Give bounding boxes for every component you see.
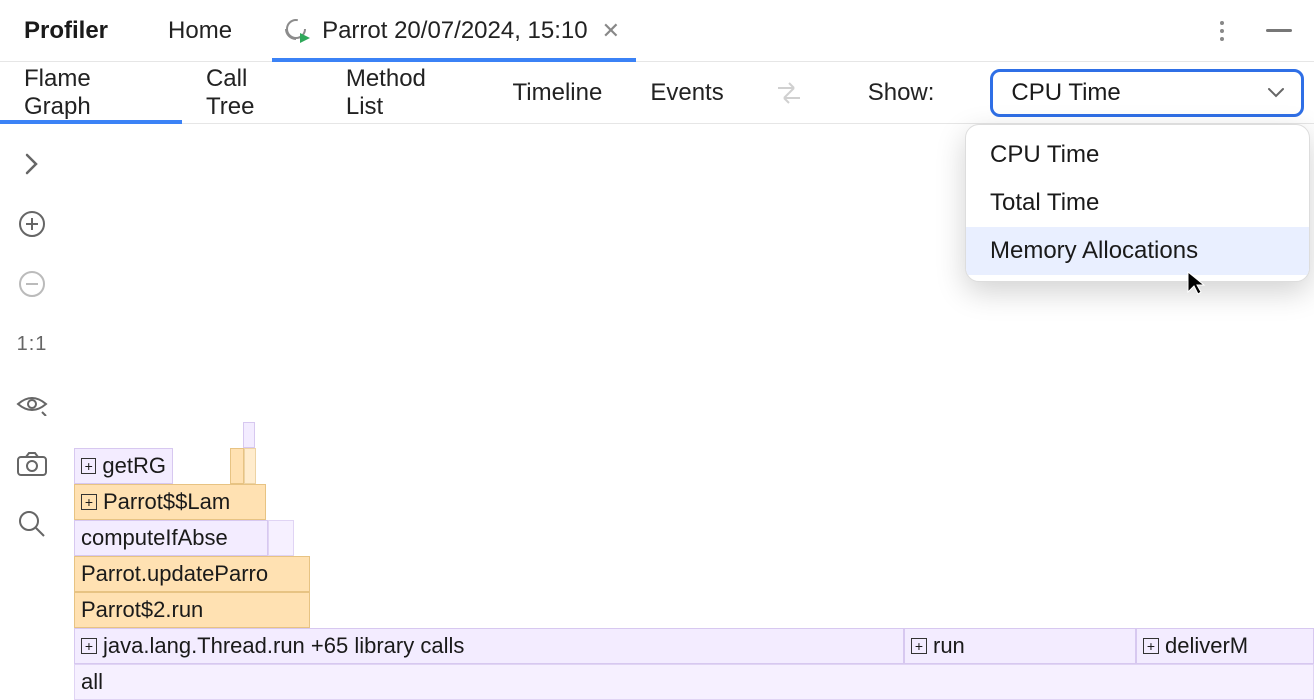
flame-frame[interactable]: Parrot$2.run bbox=[74, 592, 310, 628]
cursor-icon bbox=[1186, 270, 1206, 301]
left-rail: 1:1 bbox=[0, 124, 64, 700]
profiler-title: Profiler bbox=[24, 17, 108, 45]
flame-graph-area[interactable]: + getRG + Parrot$$Lam computeIfAbse Parr… bbox=[74, 410, 1314, 700]
actual-size-button[interactable]: 1:1 bbox=[14, 326, 50, 362]
tab-flame-graph-label: Flame Graph bbox=[24, 65, 158, 121]
flame-frame[interactable] bbox=[243, 422, 255, 448]
flame-frame[interactable]: + Parrot$$Lam bbox=[74, 484, 266, 520]
flame-frame-label: Parrot$$Lam bbox=[103, 489, 230, 515]
flame-frame[interactable]: + run bbox=[904, 628, 1136, 664]
show-select[interactable]: CPU Time bbox=[990, 69, 1304, 117]
top-tab-home-label: Home bbox=[168, 17, 232, 45]
expand-icon[interactable]: + bbox=[1143, 638, 1159, 654]
kebab-menu-icon[interactable] bbox=[1212, 21, 1232, 41]
flame-frame[interactable]: + getRG bbox=[74, 448, 173, 484]
eye-icon[interactable] bbox=[14, 386, 50, 422]
flame-frame-label: run bbox=[933, 633, 965, 659]
top-tab-parrot[interactable]: Parrot 20/07/2024, 15:10 ✕ bbox=[272, 0, 636, 61]
top-tab-home[interactable]: Home bbox=[156, 0, 244, 61]
secondary-toolbar: Flame Graph Call Tree Method List Timeli… bbox=[0, 62, 1314, 124]
tab-call-tree-label: Call Tree bbox=[206, 65, 298, 121]
tab-timeline[interactable]: Timeline bbox=[513, 62, 603, 123]
flame-frame[interactable] bbox=[244, 448, 256, 484]
top-tab-parrot-label: Parrot 20/07/2024, 15:10 bbox=[322, 17, 588, 45]
flame-frame-label: computeIfAbse bbox=[81, 525, 228, 551]
flame-frame-label: Parrot$2.run bbox=[81, 597, 203, 623]
chevron-right-icon[interactable] bbox=[14, 146, 50, 182]
expand-icon[interactable]: + bbox=[81, 458, 96, 474]
tab-method-list-label: Method List bbox=[346, 65, 465, 121]
run-config-icon bbox=[284, 17, 312, 45]
tab-events-label: Events bbox=[650, 79, 723, 107]
flame-frame[interactable]: computeIfAbse bbox=[74, 520, 268, 556]
search-icon[interactable] bbox=[14, 506, 50, 542]
show-label: Show: bbox=[868, 79, 935, 107]
expand-icon[interactable]: + bbox=[81, 638, 97, 654]
tab-method-list[interactable]: Method List bbox=[346, 62, 465, 123]
show-select-value: CPU Time bbox=[1011, 79, 1120, 107]
zoom-out-icon[interactable] bbox=[14, 266, 50, 302]
show-option-total-time[interactable]: Total Time bbox=[966, 179, 1309, 227]
flame-frame-root[interactable]: all bbox=[74, 664, 1314, 700]
top-header: Profiler Home Parrot 20/07/2024, 15:10 ✕ bbox=[0, 0, 1314, 62]
zoom-in-icon[interactable] bbox=[14, 206, 50, 242]
tab-flame-graph[interactable]: Flame Graph bbox=[24, 62, 158, 123]
show-option-cpu-time[interactable]: CPU Time bbox=[966, 131, 1309, 179]
flame-frame-label: getRG bbox=[102, 453, 166, 479]
flame-frame-label: deliverM bbox=[1165, 633, 1248, 659]
header-right-controls bbox=[1212, 21, 1302, 41]
camera-icon[interactable] bbox=[14, 446, 50, 482]
show-dropdown: CPU Time Total Time Memory Allocations bbox=[965, 124, 1310, 282]
show-option-memory-allocations[interactable]: Memory Allocations bbox=[966, 227, 1309, 275]
flame-frame[interactable] bbox=[268, 520, 294, 556]
close-icon[interactable]: ✕ bbox=[598, 14, 624, 48]
expand-icon[interactable]: + bbox=[81, 494, 97, 510]
minimize-icon[interactable] bbox=[1266, 29, 1292, 32]
flame-frame-label: Parrot.updateParro bbox=[81, 561, 268, 587]
flame-frame-label: java.lang.Thread.run +65 library calls bbox=[103, 633, 464, 659]
flame-frame[interactable] bbox=[230, 448, 244, 484]
tab-call-tree[interactable]: Call Tree bbox=[206, 62, 298, 123]
chevron-down-icon bbox=[1267, 87, 1285, 99]
swap-icon[interactable] bbox=[772, 80, 806, 106]
tab-timeline-label: Timeline bbox=[513, 79, 603, 107]
flame-frame[interactable]: + deliverM bbox=[1136, 628, 1314, 664]
flame-frame[interactable]: Parrot.updateParro bbox=[74, 556, 310, 592]
flame-frame[interactable]: + java.lang.Thread.run +65 library calls bbox=[74, 628, 904, 664]
flame-frame-label: all bbox=[81, 669, 103, 695]
tab-events[interactable]: Events bbox=[650, 62, 723, 123]
expand-icon[interactable]: + bbox=[911, 638, 927, 654]
